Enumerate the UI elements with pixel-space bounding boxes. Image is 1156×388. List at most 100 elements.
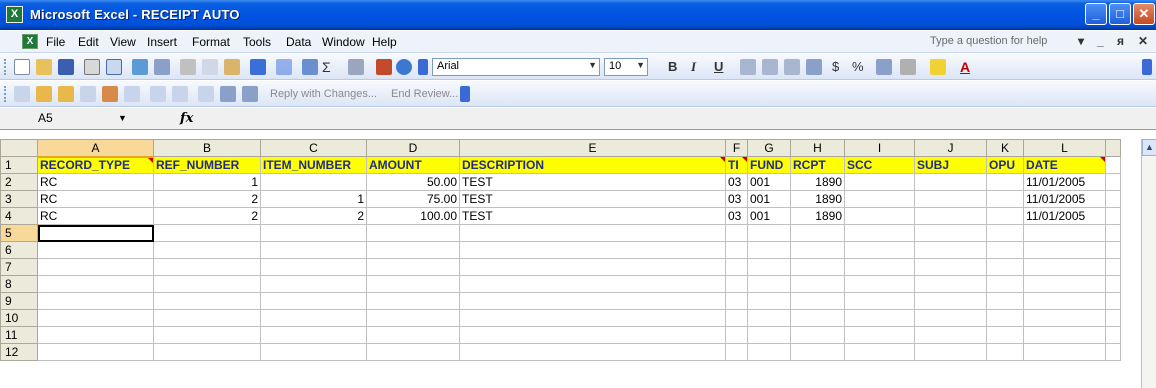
cell[interactable] xyxy=(366,292,460,310)
cell[interactable] xyxy=(37,309,154,327)
cell[interactable] xyxy=(1023,241,1106,259)
cell[interactable] xyxy=(844,326,915,344)
menu-tools[interactable]: Tools xyxy=(243,35,271,49)
align-right-icon[interactable] xyxy=(784,59,800,75)
row-header[interactable]: 10 xyxy=(0,309,38,327)
cell[interactable] xyxy=(37,241,154,259)
toolbar-options-icon[interactable] xyxy=(418,59,428,75)
cell[interactable]: 1 xyxy=(153,173,261,191)
cell[interactable] xyxy=(986,173,1024,191)
autosum-icon[interactable]: Σ xyxy=(322,59,338,75)
hyperlink-icon[interactable] xyxy=(302,59,318,75)
percent-button[interactable]: % xyxy=(852,59,864,74)
header-cell[interactable]: SUBJ xyxy=(914,156,987,174)
cell[interactable] xyxy=(725,326,748,344)
cell[interactable] xyxy=(844,292,915,310)
menu-file[interactable]: File xyxy=(46,35,65,49)
row-header[interactable]: 7 xyxy=(0,258,38,276)
cell[interactable]: 2 xyxy=(260,207,367,225)
cell[interactable] xyxy=(260,258,367,276)
header-cell[interactable]: OPU xyxy=(986,156,1024,174)
minimize-button[interactable]: _ xyxy=(1085,3,1107,25)
cell[interactable] xyxy=(153,326,261,344)
cell[interactable] xyxy=(986,326,1024,344)
bold-button[interactable]: B xyxy=(668,59,677,74)
toolbar-options-icon[interactable] xyxy=(460,86,470,102)
indent-icon[interactable] xyxy=(876,59,892,75)
cell[interactable] xyxy=(366,326,460,344)
toolbar-grip[interactable] xyxy=(4,59,7,75)
cut-icon[interactable] xyxy=(180,59,196,75)
cell[interactable] xyxy=(153,224,261,242)
cell[interactable] xyxy=(844,224,915,242)
row-header[interactable]: 9 xyxy=(0,292,38,310)
cell[interactable] xyxy=(844,173,915,191)
doc-minimize-button[interactable]: _ xyxy=(1097,34,1104,48)
cell[interactable] xyxy=(790,292,845,310)
row-header[interactable]: 2 xyxy=(0,173,38,191)
cell[interactable]: 001 xyxy=(747,173,791,191)
cell[interactable] xyxy=(366,241,460,259)
doc-restore-button[interactable]: ᴙ xyxy=(1117,34,1124,48)
cell[interactable] xyxy=(1023,343,1106,361)
cell[interactable] xyxy=(459,224,726,242)
print-icon[interactable] xyxy=(84,59,100,75)
cell[interactable] xyxy=(1023,309,1106,327)
previous-comment-icon[interactable] xyxy=(36,86,52,102)
cell[interactable] xyxy=(260,309,367,327)
cell[interactable] xyxy=(37,292,154,310)
borders-icon[interactable] xyxy=(900,59,916,75)
cell[interactable] xyxy=(459,343,726,361)
cell[interactable] xyxy=(844,207,915,225)
header-cell[interactable]: ITEM_NUMBER xyxy=(260,156,367,174)
undo-icon[interactable] xyxy=(250,59,266,75)
scroll-up-icon[interactable]: ▲ xyxy=(1142,139,1156,156)
font-name-select[interactable]: Arial ▼ xyxy=(432,58,600,76)
cell[interactable] xyxy=(914,343,987,361)
font-color-icon[interactable]: A xyxy=(960,59,976,75)
cell[interactable]: 100.00 xyxy=(366,207,460,225)
cell[interactable] xyxy=(844,258,915,276)
cell[interactable] xyxy=(986,224,1024,242)
cell[interactable] xyxy=(153,309,261,327)
vertical-scrollbar[interactable]: ▲ xyxy=(1141,139,1156,388)
cell[interactable] xyxy=(790,343,845,361)
cell[interactable] xyxy=(986,309,1024,327)
cell[interactable] xyxy=(260,224,367,242)
cell[interactable] xyxy=(986,241,1024,259)
maximize-button[interactable]: □ xyxy=(1109,3,1131,25)
menu-data[interactable]: Data xyxy=(286,35,311,49)
column-header-f[interactable]: F xyxy=(725,139,748,157)
cell[interactable] xyxy=(725,241,748,259)
column-header-j[interactable]: J xyxy=(914,139,987,157)
cell[interactable] xyxy=(725,309,748,327)
row-header[interactable]: 3 xyxy=(0,190,38,208)
cell[interactable] xyxy=(725,258,748,276)
cell[interactable] xyxy=(725,343,748,361)
cell[interactable]: 11/01/2005 xyxy=(1023,190,1106,208)
cell[interactable] xyxy=(914,173,987,191)
sort-ascending-icon[interactable] xyxy=(348,59,364,75)
cell[interactable] xyxy=(790,241,845,259)
cell[interactable] xyxy=(747,309,791,327)
cell[interactable] xyxy=(844,275,915,293)
header-cell[interactable]: DESCRIPTION xyxy=(459,156,726,174)
formula-input[interactable] xyxy=(200,110,1150,128)
chevron-down-icon[interactable]: ▼ xyxy=(118,113,127,123)
cell[interactable] xyxy=(459,292,726,310)
cell[interactable] xyxy=(153,343,261,361)
select-all-corner[interactable] xyxy=(0,139,38,157)
doc-close-button[interactable]: ✕ xyxy=(1138,34,1148,48)
toolbar-options-icon[interactable] xyxy=(1142,59,1152,75)
cell[interactable] xyxy=(1023,258,1106,276)
research-icon[interactable] xyxy=(154,59,170,75)
column-header-c[interactable]: C xyxy=(260,139,367,157)
align-left-icon[interactable] xyxy=(740,59,756,75)
cell[interactable] xyxy=(153,292,261,310)
close-button[interactable]: ✕ xyxy=(1133,3,1155,25)
cell[interactable] xyxy=(747,326,791,344)
cell[interactable]: 1890 xyxy=(790,207,845,225)
row-header[interactable]: 1 xyxy=(0,156,38,174)
cell[interactable] xyxy=(459,309,726,327)
cell[interactable]: 1 xyxy=(260,190,367,208)
